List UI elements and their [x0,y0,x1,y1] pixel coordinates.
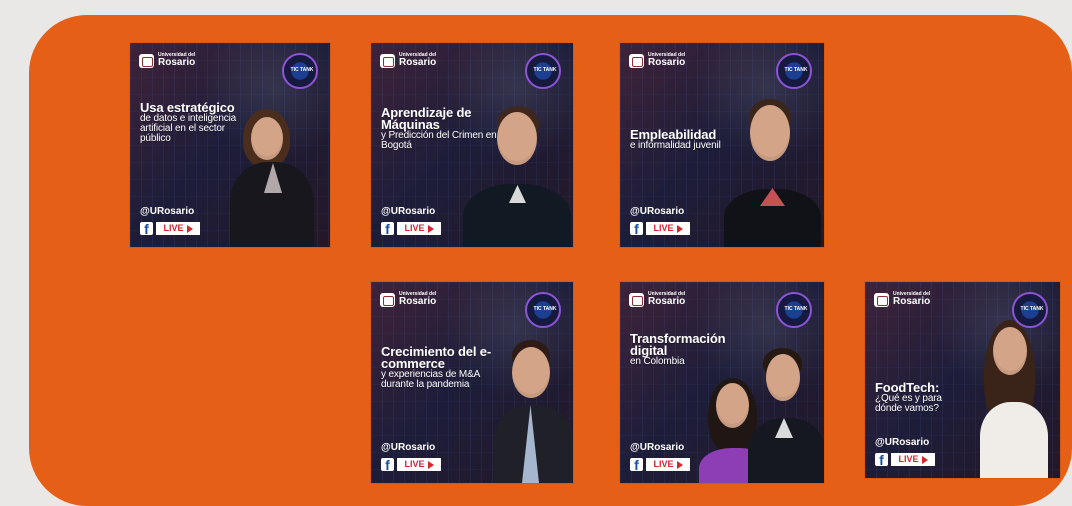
tic-tank-badge: TIC TANK [776,292,812,328]
brand-big-text: Rosario [158,57,196,68]
social-handle: @URosario [140,206,195,217]
facebook-icon: f [381,222,394,236]
play-icon [186,224,193,233]
event-title: Usa estratégico de datos e inteligencia … [140,100,237,144]
event-title: Empleabilidad e informalidad juvenil [630,127,721,151]
facebook-icon: f [381,458,394,472]
rosario-crest-icon [380,53,395,68]
event-title: Crecimiento del e-commerce y experiencia… [381,344,491,390]
facebook-live-button[interactable]: f LIVE [381,458,441,472]
event-card-employability[interactable]: Universidad del Rosario TIC TANK Empleab… [620,43,824,247]
rosario-crest-icon [629,292,644,307]
facebook-live-button[interactable]: f LIVE [630,458,690,472]
tic-tank-badge: TIC TANK [1012,292,1048,328]
social-handle: @URosario [875,437,930,448]
university-logo: Universidad del Rosario [380,53,436,68]
event-title: Transformación digital en Colombia [630,331,726,367]
event-title: Aprendizaje de Máquinas y Predicción del… [381,105,497,151]
rosario-crest-icon [139,53,154,68]
university-logo: Universidad del Rosario [874,292,930,307]
facebook-icon: f [875,453,888,467]
university-logo: Universidad del Rosario [380,292,436,307]
play-icon [427,224,434,233]
rosario-crest-icon [380,292,395,307]
rosario-crest-icon [629,53,644,68]
university-logo: Universidad del Rosario [629,292,685,307]
play-icon [676,224,683,233]
play-icon [427,460,434,469]
speaker-portrait [712,99,824,247]
social-handle: @URosario [381,442,436,453]
tic-tank-badge: TIC TANK [525,292,561,328]
university-logo: Universidad del Rosario [629,53,685,68]
facebook-icon: f [140,222,153,236]
facebook-icon: f [630,458,643,472]
social-handle: @URosario [381,206,436,217]
facebook-live-button[interactable]: f LIVE [381,222,441,236]
facebook-icon: f [630,222,643,236]
social-handle: @URosario [630,206,685,217]
event-card-ai-public-sector[interactable]: Universidad del Rosario TIC TANK Usa est… [130,43,330,247]
speaker-portrait [490,340,573,483]
facebook-live-button[interactable]: f LIVE [875,453,935,467]
event-card-ecommerce[interactable]: Universidad del Rosario TIC TANK Crecimi… [371,282,573,483]
event-title: FoodTech: ¿Qué es y para dónde vamos? [875,380,942,414]
university-logo: Universidad del Rosario [139,53,195,68]
speaker-portrait [962,320,1060,478]
speaker-portrait-man [746,348,824,483]
rosario-crest-icon [874,292,889,307]
play-icon [676,460,683,469]
facebook-live-button[interactable]: f LIVE [630,222,690,236]
event-card-foodtech[interactable]: Universidad del Rosario TIC TANK FoodTec… [865,282,1060,478]
tic-tank-badge: TIC TANK [776,53,812,89]
social-handle: @URosario [630,442,685,453]
facebook-live-button[interactable]: f LIVE [140,222,200,236]
event-card-machine-learning-crime[interactable]: Universidad del Rosario TIC TANK Aprendi… [371,43,573,247]
tic-tank-badge: TIC TANK [282,53,318,89]
play-icon [921,455,928,464]
event-card-digital-transformation[interactable]: Universidad del Rosario TIC TANK Transfo… [620,282,824,483]
tic-tank-badge: TIC TANK [525,53,561,89]
